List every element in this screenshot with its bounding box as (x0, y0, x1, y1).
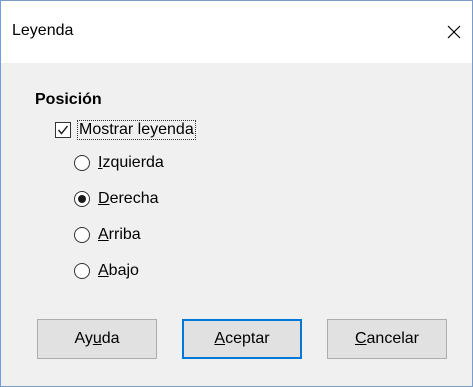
radio-right-label: Derecha (98, 190, 159, 207)
radio-bottom[interactable]: Abajo (74, 260, 139, 282)
cancel-button-label: Cancelar (354, 330, 420, 347)
ok-button-label: Aceptar (214, 330, 270, 347)
dialog-title: Leyenda (12, 22, 74, 39)
radio-bottom-label: Abajo (98, 262, 139, 279)
checkmark-icon (57, 125, 69, 135)
ok-button[interactable]: Aceptar (182, 319, 302, 359)
legend-dialog: Leyenda Posición Mostrar leyenda Izquier… (0, 0, 473, 387)
close-icon (447, 25, 461, 39)
radio-bottom-circle[interactable] (74, 263, 90, 279)
position-section-label: Posición (35, 91, 102, 108)
checkbox-box[interactable] (55, 122, 71, 138)
radio-selected-dot (78, 195, 86, 203)
radio-top-circle[interactable] (74, 227, 90, 243)
cancel-button[interactable]: Cancelar (327, 319, 447, 359)
title-bar: Leyenda (1, 1, 472, 63)
show-legend-label: Mostrar leyenda (77, 120, 196, 140)
radio-top-label: Arriba (98, 226, 141, 243)
radio-left-circle[interactable] (74, 155, 90, 171)
help-button[interactable]: Ayuda (37, 319, 157, 359)
radio-left-label: Izquierda (98, 154, 164, 171)
show-legend-checkbox[interactable]: Mostrar leyenda (55, 119, 196, 141)
radio-top[interactable]: Arriba (74, 224, 141, 246)
help-button-label: Ayuda (74, 330, 120, 347)
close-button[interactable] (436, 13, 472, 51)
radio-right-circle[interactable] (74, 191, 90, 207)
radio-right[interactable]: Derecha (74, 188, 158, 210)
radio-left[interactable]: Izquierda (74, 152, 164, 174)
